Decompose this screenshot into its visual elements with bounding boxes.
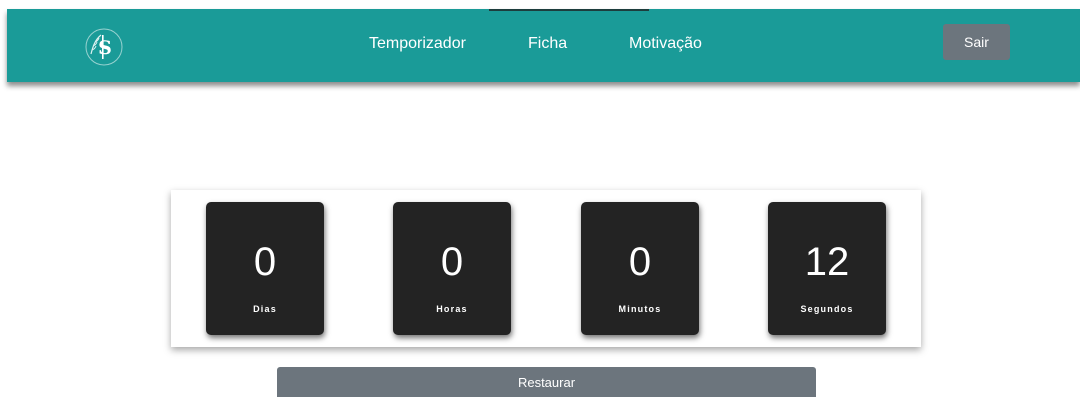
hours-card: 0 Horas bbox=[393, 202, 511, 335]
nav-link-ficha[interactable]: Ficha bbox=[528, 35, 567, 53]
restore-button[interactable]: Restaurar bbox=[277, 367, 816, 397]
days-label: Dias bbox=[253, 304, 277, 314]
minutes-label: Minutos bbox=[618, 304, 662, 314]
nav-link-temporizador[interactable]: Temporizador bbox=[369, 35, 466, 53]
nav-link-motivacao[interactable]: Motivação bbox=[629, 35, 702, 53]
minutes-card: 0 Minutos bbox=[581, 202, 699, 335]
hours-value: 0 bbox=[440, 240, 464, 284]
days-card: 0 Dias bbox=[206, 202, 324, 335]
navbar: S Temporizador Ficha Motivação Sair bbox=[7, 9, 1080, 82]
nav-links: Temporizador Ficha Motivação bbox=[7, 9, 1080, 82]
seconds-card: 12 Segundos bbox=[768, 202, 886, 335]
minutes-value: 0 bbox=[628, 240, 652, 284]
logout-button[interactable]: Sair bbox=[943, 24, 1010, 60]
hours-label: Horas bbox=[436, 304, 468, 314]
countdown-panel: 0 Dias 0 Horas 0 Minutos 12 Segundos bbox=[171, 190, 921, 347]
seconds-value: 12 bbox=[804, 240, 850, 284]
days-value: 0 bbox=[253, 240, 277, 284]
seconds-label: Segundos bbox=[800, 304, 854, 314]
